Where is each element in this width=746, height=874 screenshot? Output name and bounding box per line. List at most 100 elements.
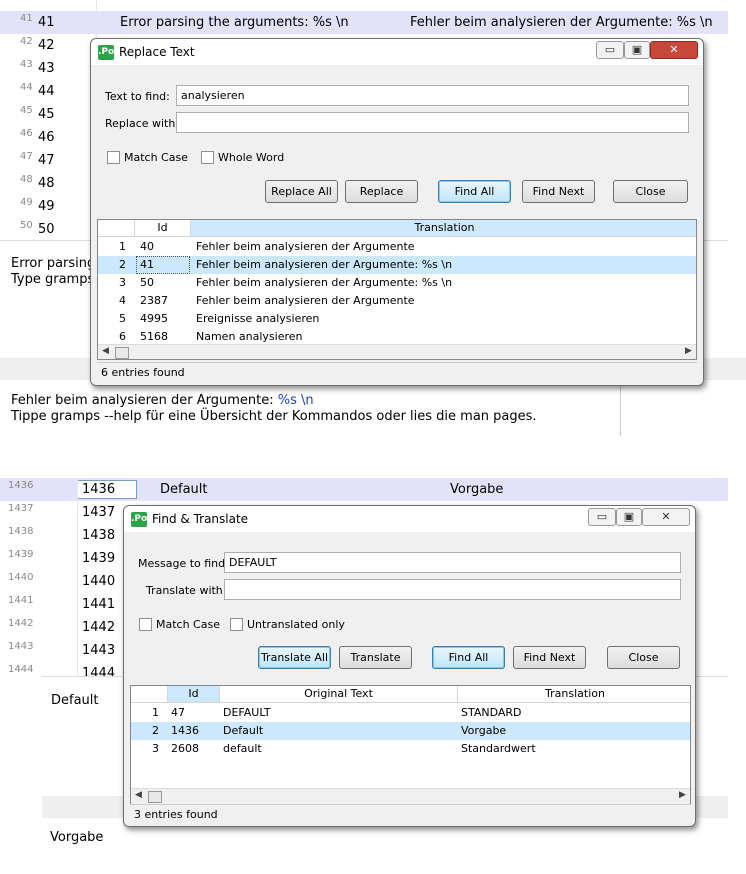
replace-all-button[interactable]: Replace All	[265, 180, 338, 203]
translation-editor-text[interactable]: Vorgabe	[50, 830, 103, 845]
line-number: 42	[20, 36, 33, 47]
row-id: 1440	[82, 574, 116, 589]
row-index: 6	[119, 330, 126, 343]
results-list: Id Translation 1 40 Fehler beim analysiere…	[97, 219, 697, 360]
maximize-button[interactable]: ▣	[624, 41, 650, 59]
scroll-thumb[interactable]	[115, 347, 129, 359]
close-window-button[interactable]: ✕	[642, 508, 690, 526]
row-id: 1436	[171, 724, 199, 737]
row-id: 42	[38, 38, 55, 53]
horizontal-scrollbar[interactable]: ◀ ▶	[98, 344, 696, 359]
maximize-icon: ▣	[623, 510, 635, 523]
find-next-button[interactable]: Find Next	[522, 180, 595, 203]
list-item[interactable]: 4 2387 Fehler beim analysieren der Argumen…	[98, 292, 696, 310]
translation-text: Fehler beim analysieren der Argumente: %…	[410, 15, 713, 30]
row-translation: Namen analysieren	[196, 330, 303, 343]
list-item[interactable]: 1 47 DEFAULT STANDARD	[131, 704, 690, 722]
scroll-thumb[interactable]	[148, 791, 162, 803]
row-id: 1443	[82, 643, 116, 658]
replace-button[interactable]: Replace	[345, 180, 418, 203]
row-id: 50	[38, 222, 55, 237]
line-number: 1439	[8, 549, 34, 560]
row-id: 1438	[82, 528, 116, 543]
row-index: 1	[152, 706, 159, 719]
translation-editor-line[interactable]: Tippe gramps --help für eine Übersicht d…	[11, 409, 537, 424]
dialog-title: Find & Translate	[152, 512, 249, 526]
match-case-checkbox[interactable]: Match Case	[107, 151, 188, 164]
row-id: 43	[38, 61, 55, 76]
list-item[interactable]: 2 41 Fehler beim analysieren der Argumente…	[98, 256, 696, 274]
minimize-button[interactable]: ▭	[588, 508, 616, 526]
column-header-translation[interactable]: Translation	[457, 686, 690, 703]
translation-editor-line[interactable]: Fehler beim analysieren der Argumente: %…	[11, 393, 314, 408]
whole-word-checkbox[interactable]: Whole Word	[201, 151, 284, 164]
maximize-button[interactable]: ▣	[616, 508, 642, 526]
column-header-id[interactable]: Id	[167, 686, 219, 703]
row-index: 3	[152, 742, 159, 755]
find-all-button[interactable]: Find All	[438, 180, 511, 203]
line-number: 44	[20, 82, 33, 93]
close-window-button[interactable]: ✕	[650, 41, 698, 59]
close-button[interactable]: Close	[607, 646, 680, 669]
replace-label: Replace with:	[105, 117, 180, 130]
horizontal-scrollbar[interactable]: ◀ ▶	[131, 788, 690, 804]
translate-all-button[interactable]: Translate All	[258, 646, 331, 669]
source-editor-line: Error parsing	[11, 256, 96, 271]
row-id: 47	[38, 153, 55, 168]
row-translation: Fehler beim analysieren der Argumente: %…	[196, 276, 453, 289]
column-header-original[interactable]: Original Text	[219, 686, 457, 703]
line-number: 46	[20, 128, 33, 139]
line-number: 48	[20, 174, 33, 185]
message-to-find-input[interactable]: DEFAULT	[224, 552, 681, 573]
dialog-title: Replace Text	[119, 45, 195, 59]
scroll-left-icon[interactable]: ◀	[102, 346, 109, 356]
row-translation: Standardwert	[461, 742, 536, 755]
line-number: 1441	[8, 595, 34, 606]
translate-with-input[interactable]	[224, 579, 681, 600]
find-next-button[interactable]: Find Next	[513, 646, 586, 669]
row-id: 48	[38, 176, 55, 191]
text-to-find-input[interactable]: analysieren	[176, 85, 689, 106]
scroll-right-icon[interactable]: ▶	[685, 346, 692, 356]
line-number: 1443	[8, 641, 34, 652]
untranslated-only-checkbox[interactable]: Untranslated only	[230, 618, 345, 631]
line-number: 47	[20, 151, 33, 162]
list-item[interactable]: 1 40 Fehler beim analysieren der Argumente	[98, 238, 696, 256]
row-id: 4995	[140, 312, 168, 325]
row-translation: Fehler beim analysieren der Argumente: %…	[196, 258, 453, 271]
row-id: 41	[136, 256, 190, 274]
minimize-icon: ▭	[596, 510, 608, 523]
row-id: 41	[38, 15, 55, 30]
list-item[interactable]: 3 50 Fehler beim analysieren der Argumente…	[98, 274, 696, 292]
row-index: 2	[119, 258, 126, 271]
source-editor-text[interactable]: Default	[51, 693, 99, 708]
column-header-index	[98, 220, 134, 237]
replace-with-input[interactable]	[176, 112, 689, 133]
row-id-editor[interactable]: 1436	[77, 480, 137, 499]
line-number: 1438	[8, 526, 34, 537]
source-editor-line: Type gramps	[11, 272, 95, 287]
minimize-button[interactable]: ▭	[596, 41, 624, 59]
scroll-left-icon[interactable]: ◀	[135, 790, 142, 800]
close-button[interactable]: Close	[613, 180, 688, 203]
column-header-id[interactable]: Id	[134, 220, 190, 237]
titlebar: .Po Find & Translate ▭ ▣ ✕	[124, 506, 695, 532]
source-text: Error parsing the arguments: %s \n	[120, 15, 349, 30]
grid-row[interactable]: 1436 1436 Default Vorgabe	[0, 478, 728, 501]
row-index: 1	[119, 240, 126, 253]
grid-row[interactable]: 41 41 Error parsing the arguments: %s \n…	[0, 11, 728, 34]
find-label: Text to find:	[105, 90, 170, 103]
row-index: 5	[119, 312, 126, 325]
row-translation: Fehler beim analysieren der Argumente	[196, 294, 415, 307]
scroll-right-icon[interactable]: ▶	[679, 790, 686, 800]
match-case-checkbox[interactable]: Match Case	[139, 618, 220, 631]
column-header-translation[interactable]: Translation	[190, 220, 696, 237]
list-item[interactable]: 2 1436 Default Vorgabe	[131, 722, 690, 740]
find-all-button[interactable]: Find All	[432, 646, 505, 669]
list-item[interactable]: 5 4995 Ereignisse analysieren	[98, 310, 696, 328]
translation-text: Vorgabe	[450, 482, 504, 497]
translate-button[interactable]: Translate	[339, 646, 412, 669]
row-id: 49	[38, 199, 55, 214]
row-translation: STANDARD	[461, 706, 522, 719]
list-item[interactable]: 3 2608 default Standardwert	[131, 740, 690, 758]
